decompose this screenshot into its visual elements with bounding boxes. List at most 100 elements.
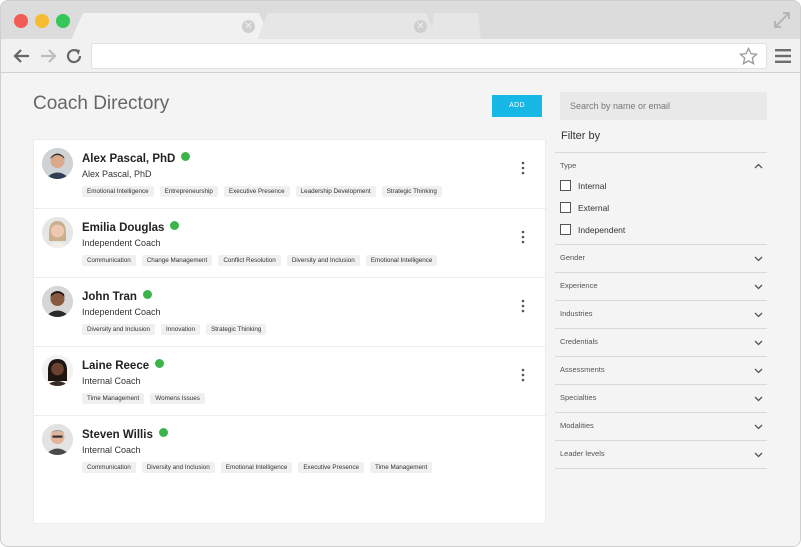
tag[interactable]: Communication bbox=[82, 255, 136, 266]
filter-section-experience[interactable]: Experience bbox=[555, 272, 767, 300]
tag[interactable]: Womens Issues bbox=[150, 393, 205, 404]
coach-row[interactable]: Steven Willis Internal Coach Communicati… bbox=[34, 416, 547, 485]
avatar bbox=[42, 355, 73, 386]
online-status-dot bbox=[142, 290, 152, 299]
tag[interactable]: Leadership Development bbox=[295, 186, 376, 197]
chevron-up-icon[interactable] bbox=[754, 162, 763, 171]
tag[interactable]: Conflict Resolution bbox=[218, 255, 281, 266]
tag[interactable]: Time Management bbox=[82, 393, 145, 404]
tab-close-icon[interactable]: ✕ bbox=[242, 20, 255, 33]
chevron-down-icon[interactable] bbox=[754, 282, 763, 291]
add-coach-button[interactable]: ADD bbox=[492, 95, 542, 117]
zoom-window-button[interactable] bbox=[56, 14, 70, 28]
page-content: Coach Directory ADD Alex Pascal, PhD Ale… bbox=[1, 73, 800, 546]
online-status-dot bbox=[158, 428, 168, 437]
chevron-down-icon[interactable] bbox=[754, 338, 763, 347]
coach-row[interactable]: Emilia Douglas Independent Coach Communi… bbox=[34, 209, 547, 278]
coach-subtitle: Independent Coach bbox=[82, 238, 161, 248]
coach-row[interactable]: John Tran Independent Coach Diversity an… bbox=[34, 278, 547, 347]
tag-list: Diversity and Inclusion Innovation Strat… bbox=[82, 324, 267, 335]
coach-list: Alex Pascal, PhD Alex Pascal, PhD Emotio… bbox=[33, 139, 547, 524]
checkbox[interactable] bbox=[560, 224, 571, 235]
new-tab-button[interactable] bbox=[431, 13, 481, 40]
tag[interactable]: Emotional Intelligence bbox=[220, 462, 293, 473]
more-options-icon[interactable] bbox=[519, 368, 527, 382]
tag[interactable]: Diversity and Inclusion bbox=[286, 255, 360, 266]
checkbox[interactable] bbox=[560, 180, 571, 191]
online-status-dot bbox=[170, 221, 180, 230]
close-window-button[interactable] bbox=[14, 14, 28, 28]
minimize-window-button[interactable] bbox=[35, 14, 49, 28]
tag[interactable]: Emotional Intelligence bbox=[82, 186, 154, 197]
tag[interactable]: Change Management bbox=[141, 255, 213, 266]
tag[interactable]: Diversity and Inclusion bbox=[82, 324, 155, 335]
tag[interactable]: Executive Presence bbox=[223, 186, 290, 197]
address-bar[interactable] bbox=[91, 43, 767, 69]
coach-row[interactable]: Alex Pascal, PhD Alex Pascal, PhD Emotio… bbox=[34, 140, 547, 209]
tag[interactable]: Diversity and Inclusion bbox=[141, 462, 215, 473]
coach-name[interactable]: Laine Reece bbox=[82, 359, 165, 372]
filter-section-leader-levels[interactable]: Leader levels bbox=[555, 440, 767, 468]
filter-section-assessments[interactable]: Assessments bbox=[555, 356, 767, 384]
bookmark-star-icon[interactable] bbox=[739, 47, 758, 66]
tag[interactable]: Communication bbox=[82, 462, 136, 473]
filter-section-credentials[interactable]: Credentials bbox=[555, 328, 767, 356]
search-input[interactable] bbox=[560, 92, 767, 120]
tag-list: Communication Diversity and Inclusion Em… bbox=[82, 462, 433, 473]
filter-section-industries[interactable]: Industries bbox=[555, 300, 767, 328]
tab-close-icon[interactable]: ✕ bbox=[414, 20, 427, 33]
avatar bbox=[42, 424, 73, 455]
chevron-down-icon[interactable] bbox=[754, 310, 763, 319]
forward-arrow-icon[interactable] bbox=[39, 47, 57, 65]
filter-section-modalities[interactable]: Modalities bbox=[555, 412, 767, 440]
filter-title: Filter by bbox=[561, 130, 601, 142]
tag[interactable]: Innovation bbox=[161, 324, 201, 335]
chevron-down-icon[interactable] bbox=[754, 450, 763, 459]
online-status-dot bbox=[155, 359, 165, 368]
online-status-dot bbox=[181, 152, 191, 161]
filter-section-specialties[interactable]: Specialties bbox=[555, 384, 767, 412]
browser-tab[interactable]: ✕ bbox=[257, 13, 437, 40]
tag[interactable]: Executive Presence bbox=[298, 462, 365, 473]
coach-name[interactable]: John Tran bbox=[82, 290, 152, 303]
browser-window: ✕ ✕ Coach Directory ADD Search by name o… bbox=[0, 0, 801, 547]
coach-row[interactable]: Laine Reece Internal Coach Time Manageme… bbox=[34, 347, 547, 416]
avatar bbox=[42, 148, 73, 179]
chevron-down-icon[interactable] bbox=[754, 366, 763, 375]
coach-name[interactable]: Emilia Douglas bbox=[82, 221, 180, 234]
avatar bbox=[42, 217, 73, 248]
filter-section-type[interactable]: Type Internal External Independent bbox=[555, 152, 767, 244]
back-arrow-icon[interactable] bbox=[13, 47, 31, 65]
tag[interactable]: Emotional Intelligence bbox=[365, 255, 438, 266]
coach-subtitle: Internal Coach bbox=[82, 376, 141, 386]
coach-name[interactable]: Steven Willis bbox=[82, 428, 168, 441]
browser-toolbar bbox=[1, 39, 800, 73]
browser-tab-active[interactable]: ✕ bbox=[71, 13, 271, 40]
more-options-icon[interactable] bbox=[519, 230, 527, 244]
filter-panel: Type Internal External Independent Gende… bbox=[555, 152, 767, 469]
avatar bbox=[42, 286, 73, 317]
title-bar: ✕ ✕ bbox=[1, 1, 800, 40]
checkbox[interactable] bbox=[560, 202, 571, 213]
filter-option-external[interactable]: External bbox=[560, 202, 609, 213]
filter-divider bbox=[555, 468, 767, 469]
filter-section-gender[interactable]: Gender bbox=[555, 244, 767, 272]
filter-option-internal[interactable]: Internal bbox=[560, 180, 606, 191]
coach-subtitle: Internal Coach bbox=[82, 445, 141, 455]
more-options-icon[interactable] bbox=[519, 299, 527, 313]
tag[interactable]: Entrepreneurship bbox=[159, 186, 218, 197]
chevron-down-icon[interactable] bbox=[754, 422, 763, 431]
more-options-icon[interactable] bbox=[519, 161, 527, 175]
filter-label: Type bbox=[560, 161, 577, 170]
filter-option-independent[interactable]: Independent bbox=[560, 224, 625, 235]
tag[interactable]: Strategic Thinking bbox=[381, 186, 442, 197]
browser-menu-icon[interactable] bbox=[775, 49, 791, 63]
tag[interactable]: Strategic Thinking bbox=[206, 324, 267, 335]
coach-name[interactable]: Alex Pascal, PhD bbox=[82, 152, 191, 165]
chevron-down-icon[interactable] bbox=[754, 254, 763, 263]
coach-subtitle: Independent Coach bbox=[82, 307, 161, 317]
reload-icon[interactable] bbox=[65, 47, 83, 65]
tag[interactable]: Time Management bbox=[370, 462, 433, 473]
fullscreen-icon[interactable] bbox=[772, 10, 792, 30]
chevron-down-icon[interactable] bbox=[754, 394, 763, 403]
